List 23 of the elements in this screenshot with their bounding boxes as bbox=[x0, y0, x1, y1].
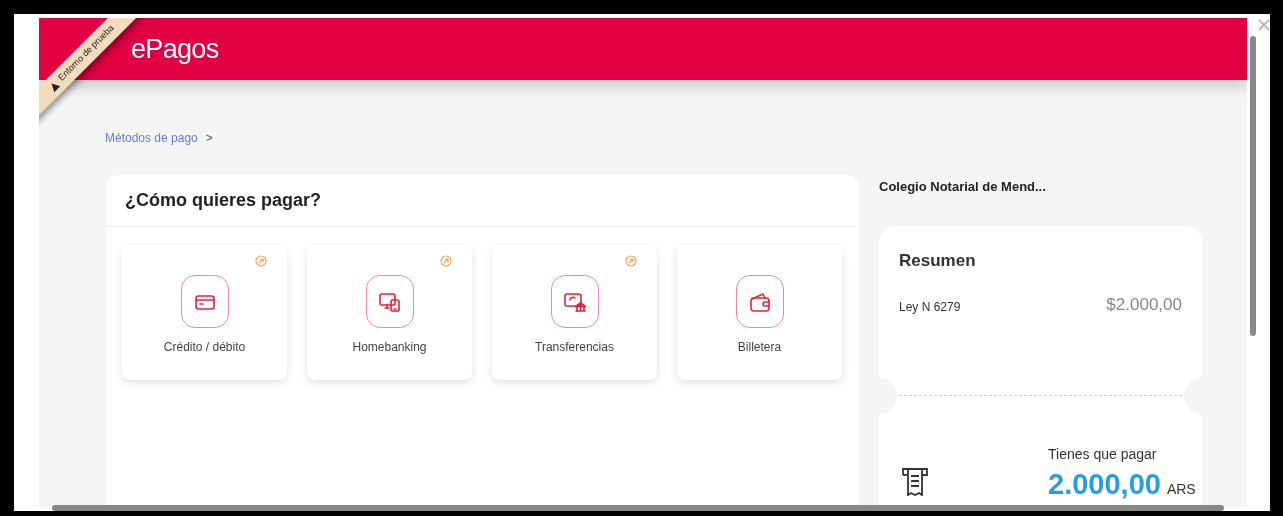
payment-method-card[interactable]: Crédito / débito bbox=[122, 245, 287, 380]
method-label: Billetera bbox=[737, 339, 782, 356]
scroll-thumb[interactable] bbox=[1250, 36, 1256, 336]
item-concept: Ley N 6279 bbox=[899, 298, 961, 316]
total-amount: 2.000,00 bbox=[1048, 467, 1161, 502]
payment-method-card[interactable]: Homebanking bbox=[307, 245, 472, 380]
method-label: Homebanking bbox=[352, 339, 427, 356]
receipt-icon bbox=[901, 466, 929, 496]
panel-title: ¿Cómo quieres pagar? bbox=[125, 189, 322, 212]
total-label: Tienes que pagar bbox=[1048, 445, 1158, 464]
merchant-name: Colegio Notarial de Mend... bbox=[879, 178, 1047, 196]
close-icon[interactable] bbox=[1258, 19, 1270, 31]
breadcrumb-link[interactable]: Métodos de pago bbox=[105, 129, 198, 147]
payment-method-card[interactable]: Billetera bbox=[677, 245, 842, 380]
payment-method-card[interactable]: Transferencias bbox=[492, 245, 657, 380]
breadcrumb-separator: > bbox=[205, 130, 213, 147]
horizontal-scroll-thumb[interactable] bbox=[52, 505, 1224, 511]
currency: ARS bbox=[1166, 480, 1196, 499]
logo[interactable]: ePagos bbox=[131, 28, 219, 70]
item-amount: $2.000,00 bbox=[1106, 293, 1182, 316]
summary-title: Resumen bbox=[898, 250, 977, 272]
method-label: Crédito / débito bbox=[163, 339, 246, 356]
method-label: Transferencias bbox=[535, 339, 614, 356]
